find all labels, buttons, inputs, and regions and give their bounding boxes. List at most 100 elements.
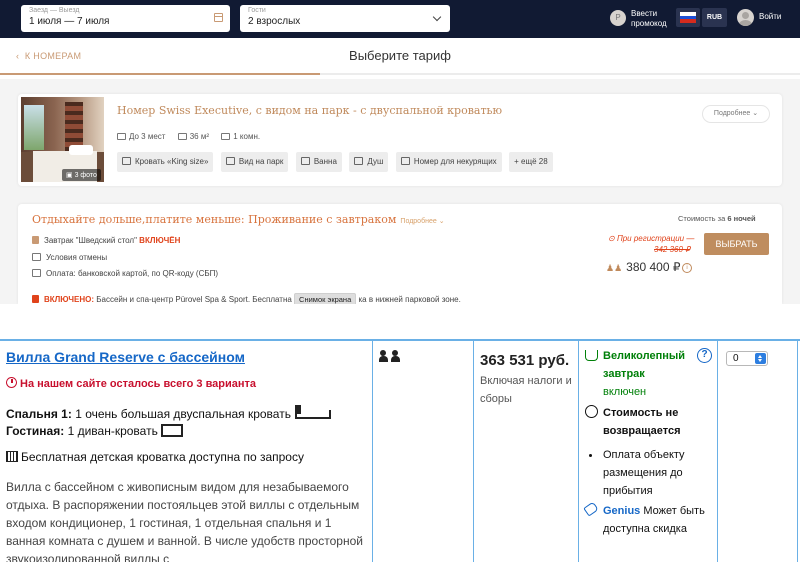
nights-label: Стоимость за [678, 214, 726, 223]
fork-knife-icon [32, 236, 39, 244]
photo-count: 3 фото [74, 172, 97, 179]
included-label: ВКЛЮЧЕНО: [44, 295, 95, 304]
quantity-select[interactable]: 0 [726, 351, 768, 366]
dates-label: Заезд — Выезд [29, 7, 80, 14]
select-rate-button[interactable]: ВЫБРАТЬ [704, 233, 769, 255]
dates-field[interactable]: Заезд — Выезд 1 июля — 7 июля [21, 5, 230, 32]
bed-icon [122, 157, 131, 165]
availability-text: На нашем сайте осталось всего 3 варианта [20, 378, 257, 390]
top-bar: Заезд — Выезд 1 июля — 7 июля Гости 2 вз… [0, 0, 800, 38]
return-arrow-icon [32, 253, 41, 261]
availability-badge: На нашем сайте осталось всего 3 варианта [6, 377, 256, 390]
amenity-shower: Душ [349, 152, 389, 172]
flag-stripe [680, 19, 696, 23]
amenity-label: Номер для некурящих [413, 157, 497, 166]
currency-button[interactable]: RUB [702, 8, 727, 27]
rate-price: ♟♟ 380 400 ₽ [606, 260, 681, 274]
fact-rooms-label: 1 комн. [233, 132, 261, 141]
sofa-icon [160, 424, 183, 437]
included-text-2: ка в нижней парковой зоне. [358, 295, 461, 304]
promo-icon[interactable]: Р [610, 10, 626, 26]
amenity-more[interactable]: + ещё 28 [509, 152, 553, 172]
bed-icon [294, 405, 331, 419]
breakfast-included: включен [603, 386, 647, 398]
fact-capacity: До 3 мест [117, 132, 165, 141]
pay-on-arrival: Оплата объекту размещения до прибытия [603, 449, 685, 497]
breakfast-label: Завтрак "Шведский стол" [44, 236, 137, 245]
guest-body [391, 356, 400, 362]
quantity-cell: 0 [717, 341, 800, 562]
gift-icon [32, 295, 39, 303]
booking-table: Вилла Grand Reserve с бассейном На нашем… [0, 339, 800, 562]
shower-icon [354, 157, 364, 165]
language-button[interactable] [676, 8, 700, 27]
area-icon [177, 133, 187, 140]
payment-label: Оплата: банковской картой, по QR-коду (С… [46, 269, 219, 278]
refund-policy: Стоимость не возвращается [603, 407, 681, 437]
crib-line: Бесплатная детская кроватка доступна по … [6, 450, 304, 464]
login-link[interactable]: Войти [759, 12, 781, 21]
step-progress-fill [0, 73, 320, 75]
photo-count-badge: ▣ 3 фото [62, 169, 101, 181]
guests-label: Гости [248, 7, 266, 14]
fact-rooms: 1 комн. [221, 132, 260, 141]
amenity-non-smoking: Номер для некурящих [395, 152, 502, 172]
card-icon [32, 269, 41, 277]
fact-area: 36 м² [177, 132, 209, 141]
camera-icon: ▣ [66, 172, 73, 179]
amenity-label: Вид на парк [238, 157, 284, 166]
crib-icon [6, 451, 18, 462]
room-card: ▣ 3 фото Номер Swiss Executive, с видом … [18, 94, 782, 186]
info-icon[interactable]: i [682, 263, 692, 273]
select-arrows-icon [755, 353, 766, 364]
rate-card: Отдыхайте дольше,платите меньше: Прожива… [18, 204, 782, 306]
price-note: Включая налоги и сборы [480, 375, 572, 405]
fact-area-label: 36 м² [189, 132, 209, 141]
rate-title-text: Отдыхайте дольше,платите меньше: Прожива… [32, 213, 397, 226]
promo-link[interactable]: Ввести промокод [631, 9, 675, 29]
photo-pillow [69, 145, 93, 155]
bedroom-label: Спальня 1: [6, 407, 72, 421]
price-tag-icon [583, 501, 599, 517]
payment-row: Оплата: банковской картой, по QR-коду (С… [32, 269, 218, 278]
price-cell: 363 531 руб. Включая налоги и сборы [473, 341, 578, 562]
amenity-label: Душ [367, 157, 384, 166]
crib-text: Бесплатная детская кроватка доступна по … [21, 450, 304, 464]
clock-icon [6, 377, 17, 388]
room-facts: До 3 мест 36 м² 1 комн. [117, 132, 270, 141]
living-room-line: Гостиная: 1 диван-кровать [6, 424, 183, 438]
no-smoking-icon [400, 157, 410, 165]
image-icon [225, 157, 235, 165]
room-type-cell: Вилла Grand Reserve с бассейном На нашем… [0, 341, 372, 562]
rate-more-link[interactable]: Подробнее ⌄ [400, 218, 444, 225]
living-text: 1 диван-кровать [67, 424, 158, 438]
registration-price-label: ⊙ При регистрации — [608, 234, 694, 243]
details-button[interactable]: Подробнее ⌄ [702, 105, 770, 123]
rate-more-label: Подробнее [400, 218, 437, 225]
genius-discount: Genius Может быть доступна скидка [603, 502, 713, 538]
guests-icon: ♟♟ [606, 263, 623, 273]
guest-body [379, 356, 388, 362]
breakfast-status: ВКЛЮЧЁН [139, 236, 181, 245]
cancellation-row[interactable]: Условия отмены [32, 253, 107, 262]
breakfast-text: Великолепный завтрак [603, 350, 686, 380]
amenity-label: ещё 28 [521, 157, 548, 166]
nights-value: 6 ночей [727, 214, 756, 223]
amenity-label: Ванна [313, 157, 337, 166]
plus-icon: + [514, 157, 519, 166]
help-icon[interactable]: ? [697, 348, 712, 363]
genius-label: Genius [603, 505, 641, 517]
quantity-value: 0 [733, 353, 739, 364]
amenity-king-bed: Кровать «King size» [117, 152, 214, 172]
user-icon[interactable] [737, 9, 754, 26]
dates-value: 1 июля — 7 июля [29, 16, 110, 27]
breakfast-row: Завтрак "Шведский стол" ВКЛЮЧЁН [32, 236, 180, 245]
lock-icon: ⊙ [608, 234, 615, 243]
room-photo[interactable]: ▣ 3 фото [21, 97, 104, 182]
flag-icon [680, 12, 696, 23]
villa-name-link[interactable]: Вилла Grand Reserve с бассейном [6, 349, 245, 365]
calendar-icon[interactable] [214, 13, 223, 22]
guests-field[interactable]: Гости 2 взрослых [240, 5, 450, 32]
door-icon [221, 133, 231, 140]
bedroom-text: 1 очень большая двуспальная кровать [75, 407, 291, 421]
